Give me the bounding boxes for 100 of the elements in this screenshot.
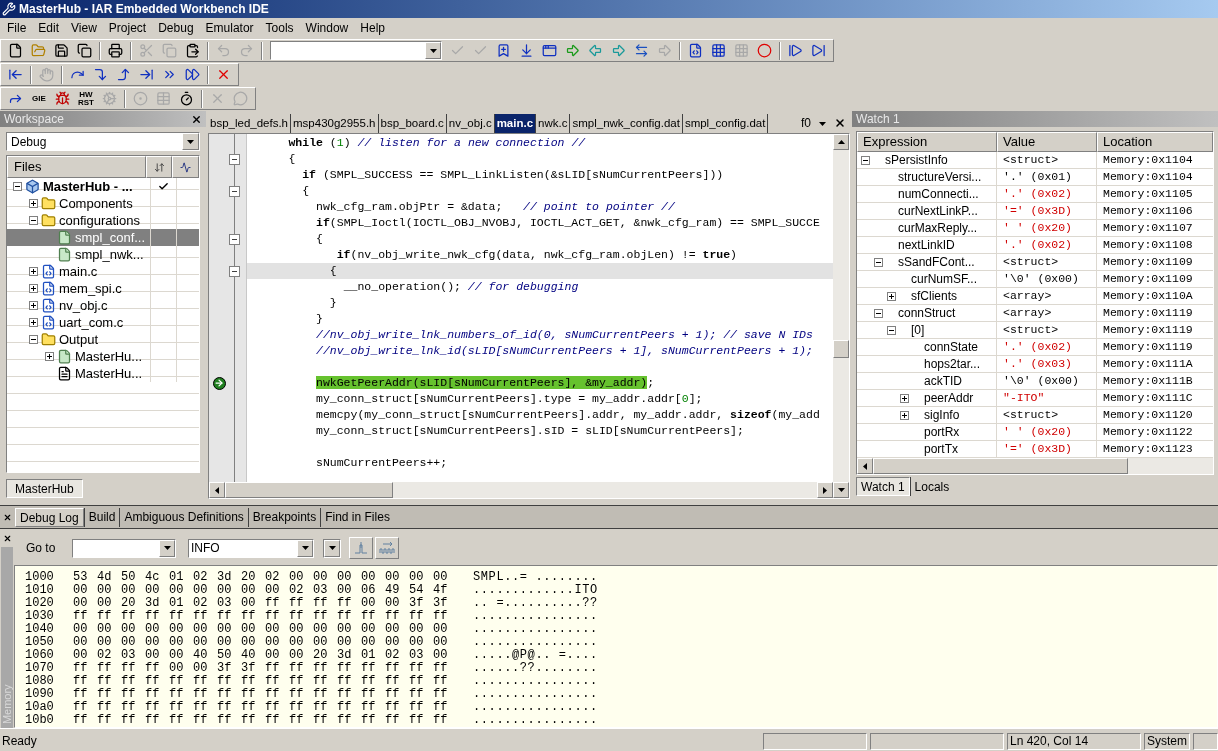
vertical-scrollbar[interactable] (833, 134, 849, 482)
fold-icon[interactable] (229, 265, 240, 277)
dropdown-button[interactable] (297, 539, 313, 557)
configuration-select[interactable]: Debug (6, 132, 200, 151)
scroll-thumb[interactable] (833, 340, 849, 358)
tree-item[interactable]: Components (7, 195, 199, 212)
scroll-down-icon[interactable] (837, 488, 845, 492)
tree-item[interactable]: main.c (7, 263, 199, 280)
close-icon[interactable] (191, 113, 202, 125)
tree-item[interactable]: uart_com.c (7, 314, 199, 331)
column-header[interactable] (146, 156, 172, 178)
menu-item[interactable]: Tools (259, 19, 300, 37)
horizontal-scrollbar[interactable] (209, 482, 849, 498)
column-header[interactable]: Value (997, 132, 1097, 152)
collapse-icon[interactable] (13, 182, 22, 191)
fold-icon[interactable] (229, 233, 240, 245)
close-icon[interactable] (2, 534, 12, 543)
scroll-right-icon[interactable] (823, 486, 827, 494)
caret-icon[interactable] (819, 122, 826, 126)
tree-item[interactable]: MasterHub - ... (7, 178, 199, 195)
output-tab[interactable]: Find in Files (320, 507, 394, 527)
menu-item[interactable]: Debug (152, 19, 200, 37)
collapse-icon[interactable] (887, 325, 896, 335)
tree-item[interactable]: mem_spi.c (7, 280, 199, 297)
expand-icon[interactable] (29, 284, 38, 293)
menu-item[interactable]: File (1, 19, 33, 37)
output-tab[interactable]: Breakpoints (247, 507, 321, 527)
menu-item[interactable]: Edit (32, 19, 66, 37)
tree-item[interactable]: smpl_nwk... (7, 246, 199, 263)
editor-tab[interactable]: nv_obj.c (446, 114, 495, 133)
watch-expression: sfClients (911, 288, 957, 305)
dropdown-button[interactable] (182, 133, 199, 150)
column-header[interactable]: Location (1097, 132, 1213, 152)
scroll-up-icon[interactable] (837, 140, 845, 144)
collapse-icon[interactable] (29, 216, 38, 225)
toolbar-combo[interactable] (270, 41, 442, 60)
expand-icon[interactable] (29, 318, 38, 327)
watch-tab[interactable]: Locals (909, 477, 954, 496)
column-header[interactable]: Expression (857, 132, 997, 152)
close-icon[interactable] (3, 512, 12, 522)
editor-tab[interactable]: msp430g2955.h (291, 114, 379, 133)
caret-icon (301, 546, 309, 550)
expand-icon[interactable] (45, 352, 54, 361)
fold-icon[interactable] (229, 153, 240, 165)
tree-label: nv_obj.c (59, 296, 108, 315)
tree-item[interactable]: MasterHu... (7, 348, 199, 365)
editor-tab[interactable]: bsp_led_defs.h (208, 114, 291, 133)
dropdown-button[interactable] (324, 539, 340, 557)
memory-bytes: 00 00 00 00 00 00 00 00 00 00 00 00 00 00 00 00 (73, 636, 449, 649)
output-tab[interactable]: Build (83, 507, 120, 527)
expand-icon[interactable] (900, 410, 909, 420)
menu-item[interactable]: Emulator (199, 19, 260, 37)
watch-tab[interactable]: Watch 1 (856, 477, 910, 496)
tree-item[interactable]: Output (7, 331, 199, 348)
dropdown-button[interactable] (159, 539, 175, 557)
output-tab[interactable]: Debug Log (15, 507, 84, 527)
close-icon[interactable] (834, 117, 846, 129)
expand-icon[interactable] (29, 301, 38, 310)
memory-ascii: .. =..........?? (473, 597, 598, 610)
collapse-icon[interactable] (861, 155, 870, 165)
expand-icon[interactable] (29, 199, 38, 208)
editor-tab[interactable]: smpl_config.dat (682, 114, 769, 133)
collapse-icon[interactable] (874, 308, 883, 318)
scroll-left-icon[interactable] (215, 486, 219, 494)
fold-icon[interactable] (229, 185, 240, 197)
goto-combo[interactable] (72, 538, 176, 558)
column-header[interactable] (172, 156, 199, 178)
tree-item[interactable]: smpl_conf... (7, 229, 199, 246)
expand-icon[interactable] (900, 393, 909, 403)
watch-expression: hops2tar... (924, 356, 981, 373)
toolbar-button[interactable]: GIE (27, 88, 51, 109)
editor-tab[interactable]: main.c (494, 114, 537, 133)
dropdown-button[interactable] (425, 42, 441, 59)
editor-tab[interactable]: bsp_board.c (378, 114, 447, 133)
waveform-icon[interactable] (375, 537, 399, 559)
expand-icon[interactable] (887, 291, 896, 301)
editor-tab[interactable]: nwk.c (536, 114, 571, 133)
watch-location: Memory:0x1109 (1103, 254, 1193, 271)
watch-value: '.' (0x02) (1003, 339, 1072, 356)
watch-expression: peerAddr (924, 390, 974, 407)
menu-item[interactable]: Window (299, 19, 355, 37)
watch-value: '\0' (0x00) (1003, 373, 1079, 390)
horizontal-scrollbar[interactable] (857, 458, 1213, 474)
tree-item[interactable]: MasterHu... (7, 365, 199, 382)
toolbar-button[interactable]: HW RST (74, 88, 98, 109)
menu-item[interactable]: Project (102, 19, 153, 37)
scroll-left-icon[interactable] (863, 462, 867, 470)
workspace-tab[interactable]: MasterHub (6, 479, 83, 498)
editor-tab[interactable]: smpl_nwk_config.dat (570, 114, 683, 133)
step-icon[interactable] (349, 537, 373, 559)
code-line: if(nv_obj_write_nwk_cfg(data, nwk_cfg_ram.objLen) != true) (335, 247, 737, 263)
output-tab[interactable]: Ambiguous Definitions (119, 507, 248, 527)
collapse-icon[interactable] (874, 257, 883, 267)
expand-icon[interactable] (29, 267, 38, 276)
tree-item[interactable]: nv_obj.c (7, 297, 199, 314)
collapse-icon[interactable] (29, 335, 38, 344)
menu-item[interactable]: Help (354, 19, 391, 37)
memory-zone-select[interactable]: INFO (188, 538, 314, 558)
column-header[interactable]: Files (7, 156, 146, 178)
menu-item[interactable]: View (65, 19, 103, 37)
